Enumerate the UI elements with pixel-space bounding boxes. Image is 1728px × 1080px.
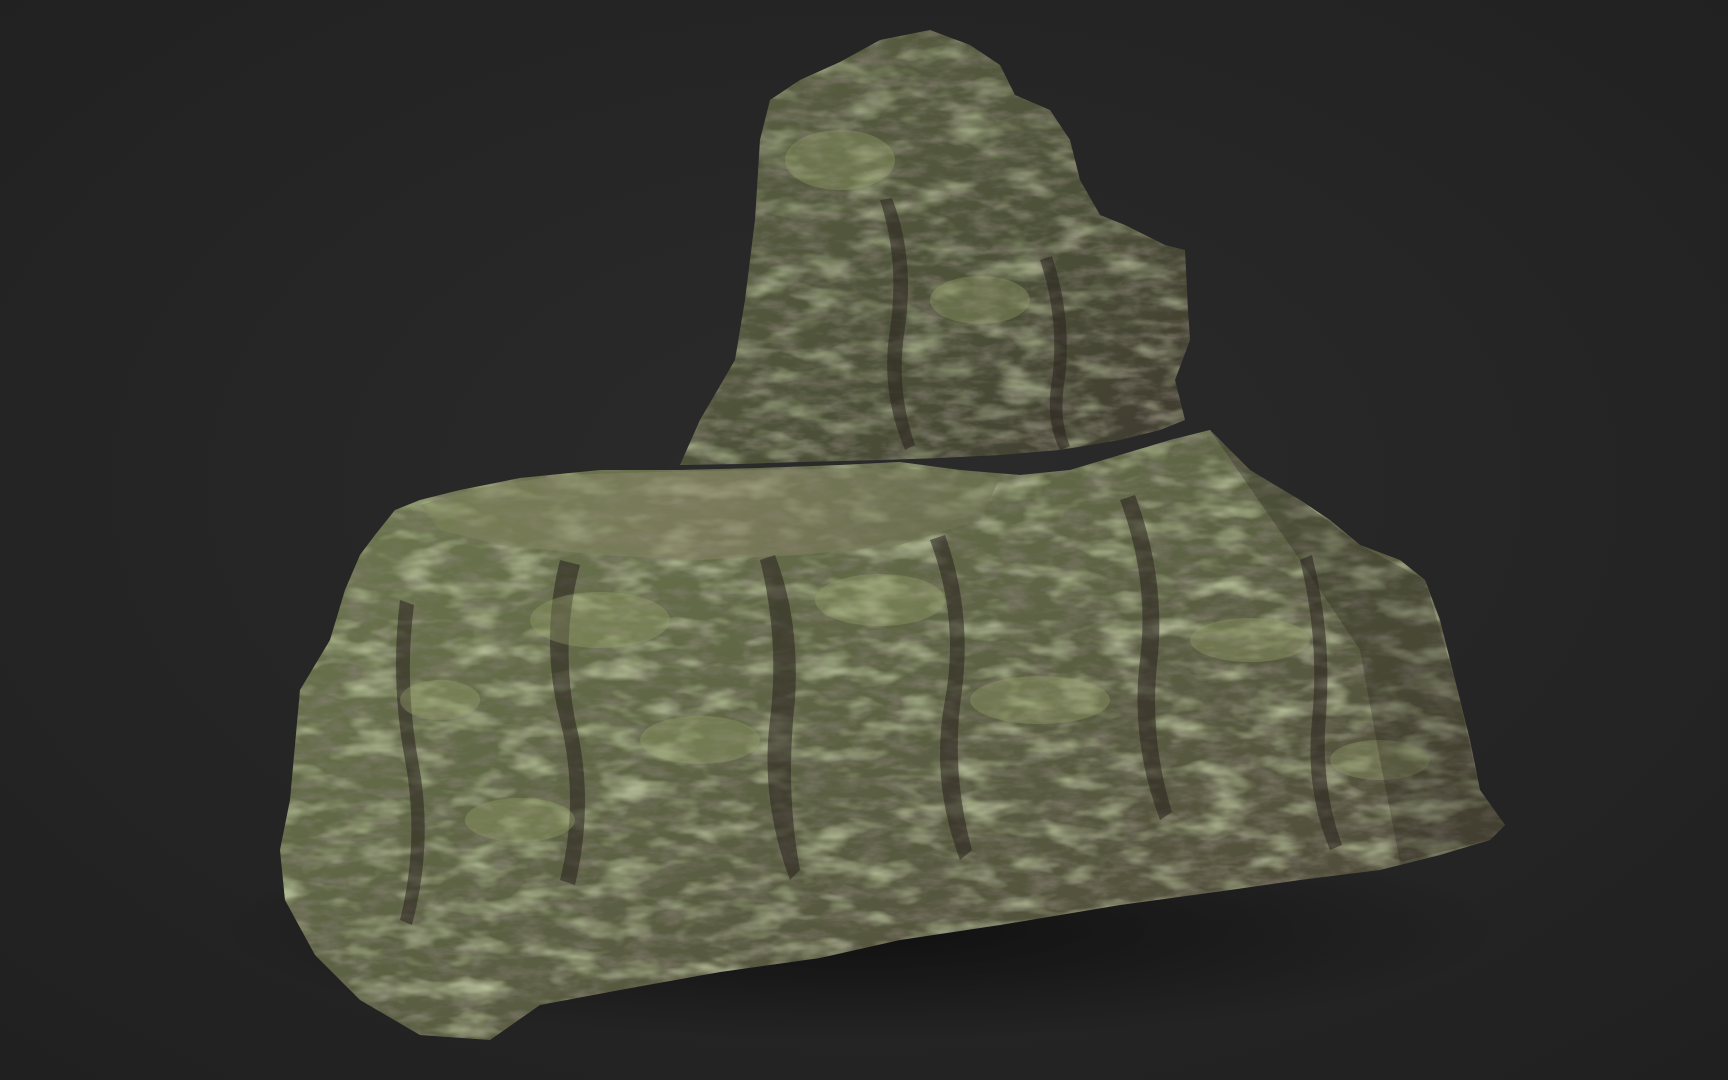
render-viewport <box>0 0 1728 1080</box>
rock-render-svg <box>0 0 1728 1080</box>
